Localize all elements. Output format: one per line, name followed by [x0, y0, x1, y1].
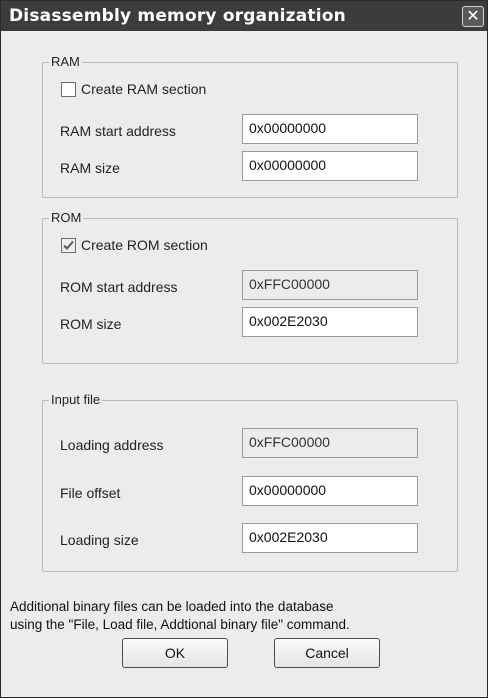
dialog-window: Disassembly memory organization ✕ RAM Cr…	[0, 0, 488, 698]
ok-button[interactable]: OK	[122, 638, 228, 668]
rom-group: ROM Create ROM section ROM start address…	[42, 210, 458, 364]
rom-start-address-label: ROM start address	[60, 279, 178, 295]
info-line-1: Additional binary files can be loaded in…	[10, 599, 334, 614]
checkmark-icon	[63, 240, 74, 250]
ram-size-input[interactable]: 0x00000000	[242, 151, 418, 181]
ram-group: RAM Create RAM section RAM start address…	[42, 54, 458, 198]
ram-size-label: RAM size	[60, 160, 120, 176]
rom-start-address-input: 0xFFC00000	[242, 270, 418, 300]
cancel-button[interactable]: Cancel	[274, 638, 380, 668]
input-file-group-legend: Input file	[49, 392, 103, 407]
dialog-title: Disassembly memory organization	[9, 6, 346, 26]
info-text: Additional binary files can be loaded in…	[10, 598, 476, 634]
file-offset-label: File offset	[60, 485, 121, 501]
file-offset-input[interactable]: 0x00000000	[242, 476, 418, 506]
loading-size-label: Loading size	[60, 532, 139, 548]
input-file-group: Input file Loading address 0xFFC00000 Fi…	[42, 392, 458, 572]
ram-checkbox-box[interactable]	[61, 82, 76, 97]
create-rom-section-checkbox[interactable]: Create ROM section	[61, 237, 261, 255]
rom-size-label: ROM size	[60, 316, 122, 332]
rom-size-input[interactable]: 0x002E2030	[242, 307, 418, 337]
loading-size-input[interactable]: 0x002E2030	[242, 523, 418, 553]
create-rom-section-label: Create ROM section	[81, 237, 208, 253]
rom-checkbox-box[interactable]	[61, 238, 76, 253]
info-line-2: using the "File, Load file, Addtional bi…	[10, 617, 350, 632]
title-bar: Disassembly memory organization ✕	[1, 1, 487, 31]
rom-group-legend: ROM	[49, 210, 84, 225]
ram-group-legend: RAM	[49, 54, 82, 69]
create-ram-section-checkbox[interactable]: Create RAM section	[61, 81, 261, 99]
loading-address-input: 0xFFC00000	[242, 428, 418, 458]
ram-start-address-input[interactable]: 0x00000000	[242, 114, 418, 144]
close-icon[interactable]: ✕	[462, 6, 484, 27]
dialog-content: RAM Create RAM section RAM start address…	[6, 32, 482, 692]
ram-start-address-label: RAM start address	[60, 123, 176, 139]
loading-address-label: Loading address	[60, 437, 164, 453]
create-ram-section-label: Create RAM section	[81, 81, 207, 97]
